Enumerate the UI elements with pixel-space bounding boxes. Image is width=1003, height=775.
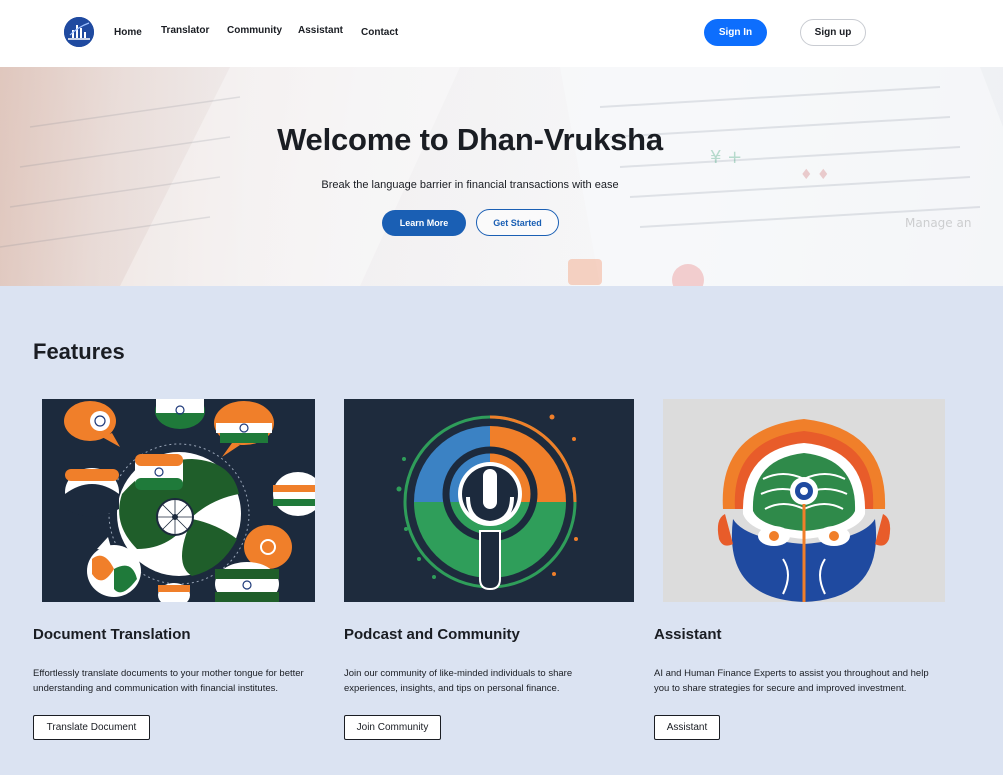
- nav-link-home[interactable]: Home: [114, 27, 142, 38]
- sign-in-button[interactable]: Sign In: [704, 19, 767, 46]
- globe-speech-bubbles-icon: [42, 399, 315, 602]
- nav-link-assistant[interactable]: Assistant: [298, 25, 343, 36]
- hero-background-image: ¥ + ♦ ♦ Manage an: [0, 67, 1003, 286]
- learn-more-button[interactable]: Learn More: [382, 210, 466, 236]
- hero-section: ¥ + ♦ ♦ Manage an Welcome to Dhan-Vruksh…: [0, 67, 1003, 286]
- card-description-line: experiences, insights, and tips on perso…: [344, 683, 560, 694]
- svg-text:Manage an: Manage an: [905, 216, 971, 230]
- nav-link-contact[interactable]: Contact: [361, 27, 398, 38]
- hero-subtitle: Break the language barrier in financial …: [321, 179, 619, 191]
- card-description: Effortlessly translate documents to your…: [33, 666, 333, 696]
- microphone-icon: [344, 399, 634, 602]
- assistant-button[interactable]: Assistant: [654, 715, 720, 740]
- nav-link-translator[interactable]: Translator: [161, 25, 209, 36]
- card-description-line: AI and Human Finance Experts to assist y…: [654, 668, 929, 679]
- card-title-podcast-community: Podcast and Community: [344, 626, 520, 643]
- navbar: Home Translator Community Assistant Cont…: [0, 0, 1003, 67]
- card-title-assistant: Assistant: [654, 626, 722, 643]
- card-title-document-translation: Document Translation: [33, 626, 191, 643]
- translate-document-button[interactable]: Translate Document: [33, 715, 150, 740]
- sign-up-button[interactable]: Sign up: [800, 19, 866, 46]
- card-description: Join our community of like-minded indivi…: [344, 666, 644, 696]
- get-started-button[interactable]: Get Started: [476, 209, 559, 236]
- card-description-line: understanding and communication with fin…: [33, 683, 279, 694]
- join-community-button[interactable]: Join Community: [344, 715, 441, 740]
- card-description: AI and Human Finance Experts to assist y…: [654, 666, 964, 696]
- card-description-line: Join our community of like-minded indivi…: [344, 668, 573, 679]
- ai-head-icon: [663, 399, 945, 602]
- logo-icon[interactable]: [64, 17, 94, 47]
- features-heading: Features: [33, 339, 125, 364]
- hero-title: Welcome to Dhan-Vruksha: [277, 122, 663, 157]
- card-description-line: Effortlessly translate documents to your…: [33, 668, 304, 679]
- nav-link-community[interactable]: Community: [227, 25, 282, 36]
- card-description-line: you to share strategies for secure and i…: [654, 683, 907, 694]
